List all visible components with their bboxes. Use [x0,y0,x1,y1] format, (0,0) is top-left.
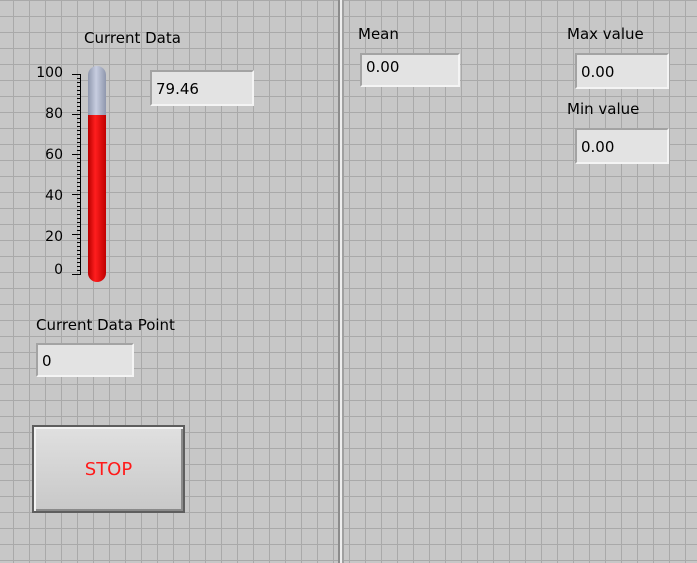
current-data-display: 79.46 [150,70,254,106]
mean-label: Mean [358,25,399,43]
pane-splitter[interactable] [338,0,344,563]
major-tick [72,154,80,155]
scale-spine [80,74,81,275]
major-tick [72,74,80,75]
scale-label-100: 100 [36,65,63,81]
front-panel: Current Data 100 80 60 40 20 0 79.46 Cur… [0,0,697,563]
thermometer-gauge[interactable] [88,66,106,282]
scale-label-60: 60 [45,147,63,163]
max-value-display: 0.00 [575,53,669,89]
major-tick [72,114,80,115]
stop-button[interactable]: STOP [32,425,185,513]
stop-button-label: STOP [84,458,133,480]
scale-label-0: 0 [54,262,63,278]
thermometer-fill [88,115,106,282]
min-value-label: Min value [567,100,640,118]
current-data-point-display: 0 [36,343,134,377]
scale-label-40: 40 [45,188,63,204]
min-value-display: 0.00 [575,128,669,164]
thermometer-label: Current Data [84,29,181,47]
current-data-point-label: Current Data Point [36,316,175,334]
major-tick [72,234,80,235]
scale-label-80: 80 [45,106,63,122]
max-value-label: Max value [567,25,644,43]
mean-display: 0.00 [360,53,460,87]
scale-label-20: 20 [45,229,63,245]
major-tick [72,274,80,275]
major-tick [72,194,80,195]
